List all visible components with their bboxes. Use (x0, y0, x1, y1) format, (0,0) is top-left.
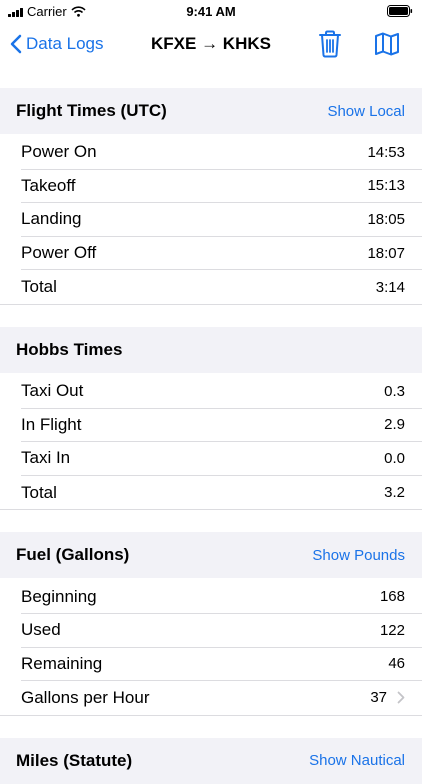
chevron-right-icon (397, 692, 405, 704)
show-nautical-button[interactable]: Show Nautical (309, 752, 405, 769)
row-label: In Flight (21, 414, 82, 434)
navigation-bar: Data Logs KFXE → KHKS (0, 22, 422, 66)
row-value: 14:53 (367, 143, 405, 161)
row-value: 37 (370, 689, 387, 707)
section-title: Flight Times (UTC) (16, 101, 167, 120)
table-row: Taxi In 0.0 (21, 442, 422, 476)
row-label: Taxi Out (21, 381, 84, 401)
row-value: 0.3 (384, 382, 405, 400)
section-header-miles: Miles (Statute) Show Nautical (0, 737, 422, 784)
table-row: Takeoff 15:13 (21, 170, 422, 204)
row-label: Takeoff (21, 175, 76, 195)
section-header-fuel: Fuel (Gallons) Show Pounds (0, 532, 422, 579)
table-row: Power Off 18:07 (21, 237, 422, 271)
status-bar: Carrier 9:41 AM (0, 0, 422, 22)
map-button[interactable] (374, 32, 400, 61)
hobbs-times-rows: Taxi Out 0.3 In Flight 2.9 Taxi In 0.0 T… (0, 373, 422, 509)
row-value: 122 (379, 621, 405, 639)
status-time: 9:41 AM (186, 4, 236, 19)
row-value: 3:14 (375, 278, 405, 296)
battery-icon (387, 5, 413, 20)
row-value: 15:13 (367, 177, 405, 195)
table-row: Power On 14:53 (21, 136, 422, 170)
row-label: Beginning (21, 586, 97, 606)
show-local-button[interactable]: Show Local (327, 103, 405, 120)
row-value: 18:07 (367, 244, 405, 262)
gallons-per-hour-row[interactable]: Gallons per Hour 37 (21, 681, 422, 715)
row-value: 168 (379, 588, 405, 606)
row-label: Used (21, 620, 61, 640)
row-value-group: 37 (370, 689, 405, 706)
row-value: 0.0 (384, 449, 405, 467)
row-label: Landing (21, 209, 82, 229)
row-label: Total (21, 482, 57, 502)
section-header-flight-times: Flight Times (UTC) Show Local (0, 88, 422, 134)
table-row: In Flight 2.9 (21, 409, 422, 443)
table-row: Used 122 (21, 614, 422, 648)
map-icon (375, 32, 399, 56)
trash-icon (319, 30, 341, 58)
row-value: 3.2 (384, 484, 405, 502)
flight-log-list: Flight Times (UTC) Show Local Power On 1… (0, 88, 422, 784)
table-row: Taxi Out 0.3 (21, 375, 422, 409)
row-label: Total (21, 277, 57, 297)
section-title: Hobbs Times (16, 339, 123, 359)
row-label: Gallons per Hour (21, 687, 150, 707)
table-row: Remaining 46 (21, 648, 422, 682)
row-label: Taxi In (21, 448, 71, 468)
table-row: Total 3:14 (21, 270, 422, 304)
show-pounds-button[interactable]: Show Pounds (312, 547, 405, 564)
table-row: Beginning 168 (21, 580, 422, 614)
row-label: Power On (21, 142, 97, 162)
fuel-rows: Beginning 168 Used 122 Remaining 46 Gall… (0, 578, 422, 714)
table-row: Landing 18:05 (21, 203, 422, 237)
row-label: Power Off (21, 243, 97, 263)
section-title: Miles (Statute) (16, 750, 133, 770)
row-label: Remaining (21, 653, 103, 673)
section-header-hobbs-times: Hobbs Times (0, 326, 422, 373)
page-title: KFXE → KHKS (151, 34, 271, 53)
row-value: 18:05 (367, 210, 405, 228)
flight-times-rows: Power On 14:53 Takeoff 15:13 Landing 18:… (0, 134, 422, 304)
table-row: Total 3.2 (21, 476, 422, 510)
delete-button[interactable] (318, 30, 342, 63)
section-title: Fuel (Gallons) (16, 545, 130, 565)
row-value: 2.9 (384, 416, 405, 434)
row-value: 46 (388, 655, 405, 673)
